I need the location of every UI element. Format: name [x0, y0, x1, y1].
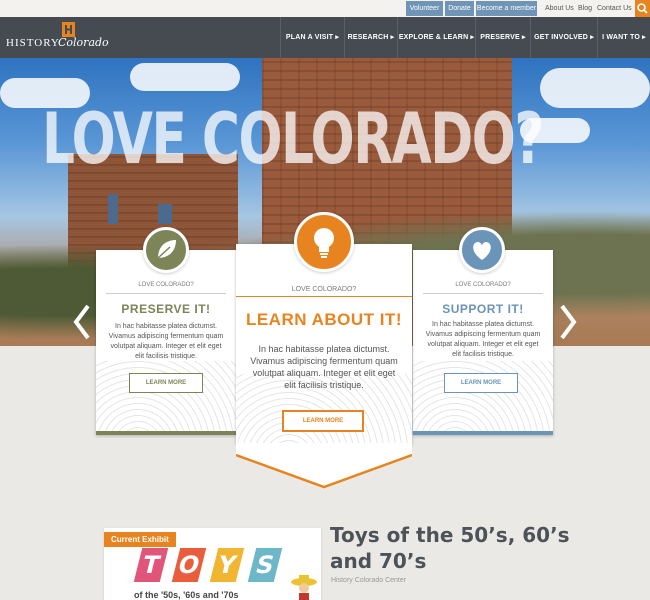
support-badge [459, 227, 505, 273]
carousel-prev-button[interactable] [72, 302, 92, 342]
nav-get-involved[interactable]: GET INVOLVED ▸ [530, 17, 597, 58]
toy-letter: Y [209, 548, 245, 582]
about-us-link[interactable]: About Us [545, 1, 574, 16]
learn-card: LOVE COLORADO? LEARN ABOUT IT! In hac ha… [236, 244, 412, 444]
carousel-next-button[interactable] [558, 302, 578, 342]
topo-pattern [413, 361, 553, 431]
toy-letter: O [171, 548, 207, 582]
card-title: PRESERVE IT! [121, 302, 211, 316]
exhibit-image[interactable]: T O Y S of the '50s, '60s and '70s Curre… [104, 528, 321, 600]
logo-script: Colorado [58, 36, 109, 49]
card-body: In hac habitasse platea dictumst. Vivamu… [250, 344, 398, 390]
search-button[interactable] [635, 0, 650, 17]
divider [236, 296, 412, 297]
card-point-shape [236, 443, 412, 489]
logo-wordmark: HISTORY [6, 37, 60, 49]
leaf-icon [157, 240, 176, 259]
support-learn-more-button[interactable]: LEARN MORE [444, 373, 518, 393]
search-icon [637, 3, 648, 14]
nav-i-want-to[interactable]: I WANT TO ▸ [597, 17, 650, 58]
nav-research[interactable]: RESEARCH ▸ [344, 17, 397, 58]
divider [423, 293, 543, 294]
chevron-left-icon [73, 304, 90, 340]
card-eyebrow: LOVE COLORADO? [291, 286, 357, 293]
preserve-card: LOVE COLORADO? PRESERVE IT! In hac habit… [96, 250, 236, 435]
toy-letter: S [247, 548, 283, 582]
card-body: In hac habitasse platea dictumst. Vivamu… [108, 323, 224, 360]
preserve-badge [143, 227, 189, 273]
card-title: SUPPORT IT! [442, 302, 524, 316]
cowboy-toy-icon [291, 575, 317, 600]
become-member-button[interactable]: Become a member [476, 1, 537, 16]
support-card: LOVE COLORADO? SUPPORT IT! In hac habita… [413, 250, 553, 435]
preserve-learn-more-button[interactable]: LEARN MORE [129, 373, 203, 393]
nav-explore-learn[interactable]: EXPLORE & LEARN ▸ [397, 17, 475, 58]
nav-preserve[interactable]: PRESERVE ▸ [475, 17, 530, 58]
heart-icon [473, 242, 491, 260]
card-body: In hac habitasse platea dictumst. Vivamu… [425, 321, 541, 358]
cloud [130, 63, 240, 91]
toy-subtitle: of the '50s, '60s and '70s [134, 590, 239, 600]
divider [106, 293, 226, 294]
main-nav: HISTORY Colorado PLAN A VISIT ▸ RESEARCH… [0, 17, 650, 58]
card-eyebrow: LOVE COLORADO? [455, 282, 511, 288]
lightbulb-icon [314, 228, 334, 258]
exhibit-title[interactable]: Toys of the 50’s, 60’s and 70’s [330, 522, 570, 574]
logo-mark-icon [62, 22, 75, 37]
learn-learn-more-button[interactable]: LEARN MORE [282, 410, 364, 432]
chevron-right-icon [560, 304, 577, 340]
volunteer-button[interactable]: Volunteer [406, 1, 443, 16]
blog-link[interactable]: Blog [578, 1, 592, 16]
utility-bar: Volunteer Donate Become a member About U… [0, 0, 650, 17]
card-title: LEARN ABOUT IT! [245, 310, 403, 329]
learn-badge [294, 212, 354, 272]
donate-button[interactable]: Donate [445, 1, 474, 16]
current-exhibit-tag: Current Exhibit [104, 532, 176, 547]
topo-pattern [96, 361, 236, 431]
nav-plan-a-visit[interactable]: PLAN A VISIT ▸ [280, 17, 344, 58]
toy-letter: T [133, 548, 169, 582]
card-eyebrow: LOVE COLORADO? [138, 282, 194, 288]
contact-us-link[interactable]: Contact Us [597, 1, 632, 16]
learn-card-point [236, 443, 412, 489]
cloud [540, 68, 650, 108]
exhibit-location: History Colorado Center [331, 577, 407, 584]
hero-title: LOVE COLORADO? [42, 98, 544, 180]
